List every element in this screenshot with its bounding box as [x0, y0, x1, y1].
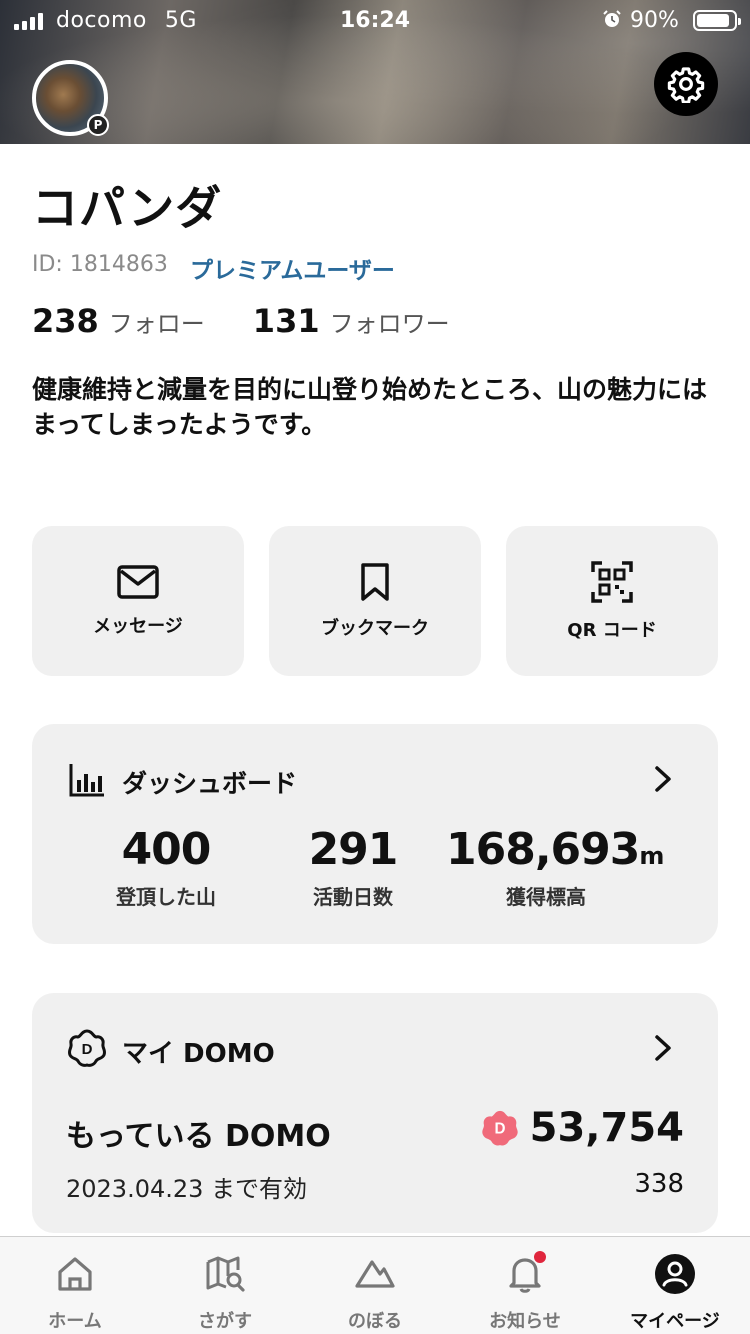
domo-total: D 53,754 — [480, 1105, 684, 1151]
stat-value: 400 — [121, 824, 212, 875]
dashboard-title: ダッシュボード — [122, 769, 298, 798]
bookmark-label: ブックマーク — [321, 618, 429, 639]
mountain-icon — [355, 1260, 395, 1288]
qr-code-icon — [591, 561, 633, 603]
notification-badge — [534, 1251, 546, 1263]
stat-value: 291 — [308, 824, 399, 875]
stat-label: 登頂した山 — [116, 885, 216, 909]
following-label[interactable]: フォロー — [109, 304, 205, 339]
nav-label: お知らせ — [489, 1311, 561, 1332]
nav-label: マイページ — [630, 1311, 720, 1332]
bar-chart-icon — [69, 764, 104, 797]
domo-coin-icon: D — [481, 1110, 518, 1146]
nav-climb[interactable]: のぼる — [300, 1237, 450, 1334]
status-bar: docomo 5G 16:24 90% — [0, 0, 750, 44]
stat-label: 活動日数 — [313, 885, 393, 909]
my-domo-card[interactable]: D マイ DOMO もっている DOMO D 53,754 2023.04.23… — [32, 993, 718, 1233]
domo-expiry-value: 338 — [634, 1169, 684, 1199]
stat-unit: m — [639, 842, 665, 870]
my-domo-title: マイ DOMO — [122, 1039, 275, 1069]
dashboard-card[interactable]: ダッシュボード 400 登頂した山 291 活動日数 168,693m 獲得標高 — [32, 724, 718, 944]
user-circle-icon — [655, 1254, 695, 1294]
mail-icon — [117, 565, 159, 599]
domo-flower-icon: D — [67, 1029, 107, 1067]
profile-name: コパンダ — [32, 181, 223, 235]
domo-total-value: 53,754 — [529, 1105, 684, 1151]
user-id: ID: 1814863 — [32, 252, 168, 277]
chevron-right-icon — [655, 766, 671, 792]
stat-summits: 400 登頂した山 — [86, 824, 246, 910]
gear-icon — [667, 67, 705, 103]
qr-code-button[interactable]: QR コード — [506, 526, 718, 676]
stat-activity-days: 291 活動日数 — [278, 824, 428, 910]
map-search-icon — [206, 1256, 245, 1292]
followers-count[interactable]: 131 — [253, 302, 320, 340]
stat-label: 獲得標高 — [506, 885, 586, 909]
home-icon — [58, 1257, 92, 1291]
message-label: メッセージ — [93, 616, 183, 637]
settings-button[interactable] — [654, 52, 718, 116]
stat-elevation-gain: 168,693m 獲得標高 — [446, 824, 664, 910]
battery-icon — [693, 10, 741, 31]
profile-bio: 健康維持と減量を目的に山登り始めたところ、山の魅力にはまってしまったようです。 — [32, 375, 708, 439]
followers-label[interactable]: フォロワー — [330, 304, 450, 339]
nav-home[interactable]: ホーム — [0, 1237, 150, 1334]
nav-search[interactable]: さがす — [150, 1237, 300, 1334]
svg-text:D: D — [82, 1041, 93, 1058]
nav-mypage[interactable]: マイページ — [600, 1237, 750, 1334]
premium-badge: P — [87, 114, 109, 136]
following-count[interactable]: 238 — [32, 302, 99, 340]
nav-notifications[interactable]: お知らせ — [450, 1237, 600, 1334]
alarm-clock-icon — [603, 10, 621, 27]
battery-percent: 90% — [630, 8, 679, 33]
nav-label: ホーム — [48, 1311, 102, 1332]
nav-label: さがす — [198, 1311, 252, 1332]
nav-label: のぼる — [348, 1311, 402, 1332]
follow-stats: 238 フォロー 131 フォロワー — [32, 302, 450, 340]
svg-text:D: D — [494, 1121, 505, 1138]
bookmark-icon — [361, 563, 389, 601]
qr-code-label: QR コード — [567, 620, 657, 641]
domo-have-label: もっている DOMO — [66, 1119, 331, 1154]
bottom-nav: ホーム さがす のぼる お知らせ マイページ — [0, 1236, 750, 1334]
message-button[interactable]: メッセージ — [32, 526, 244, 676]
stat-value: 168,693 — [446, 824, 640, 875]
domo-expiry-label: 2023.04.23 まで有効 — [66, 1175, 308, 1203]
profile-header: docomo 5G 16:24 90% — [0, 0, 750, 144]
bookmark-button[interactable]: ブックマーク — [269, 526, 481, 676]
premium-user-link[interactable]: プレミアムユーザー — [190, 251, 395, 285]
chevron-right-icon — [655, 1035, 671, 1061]
